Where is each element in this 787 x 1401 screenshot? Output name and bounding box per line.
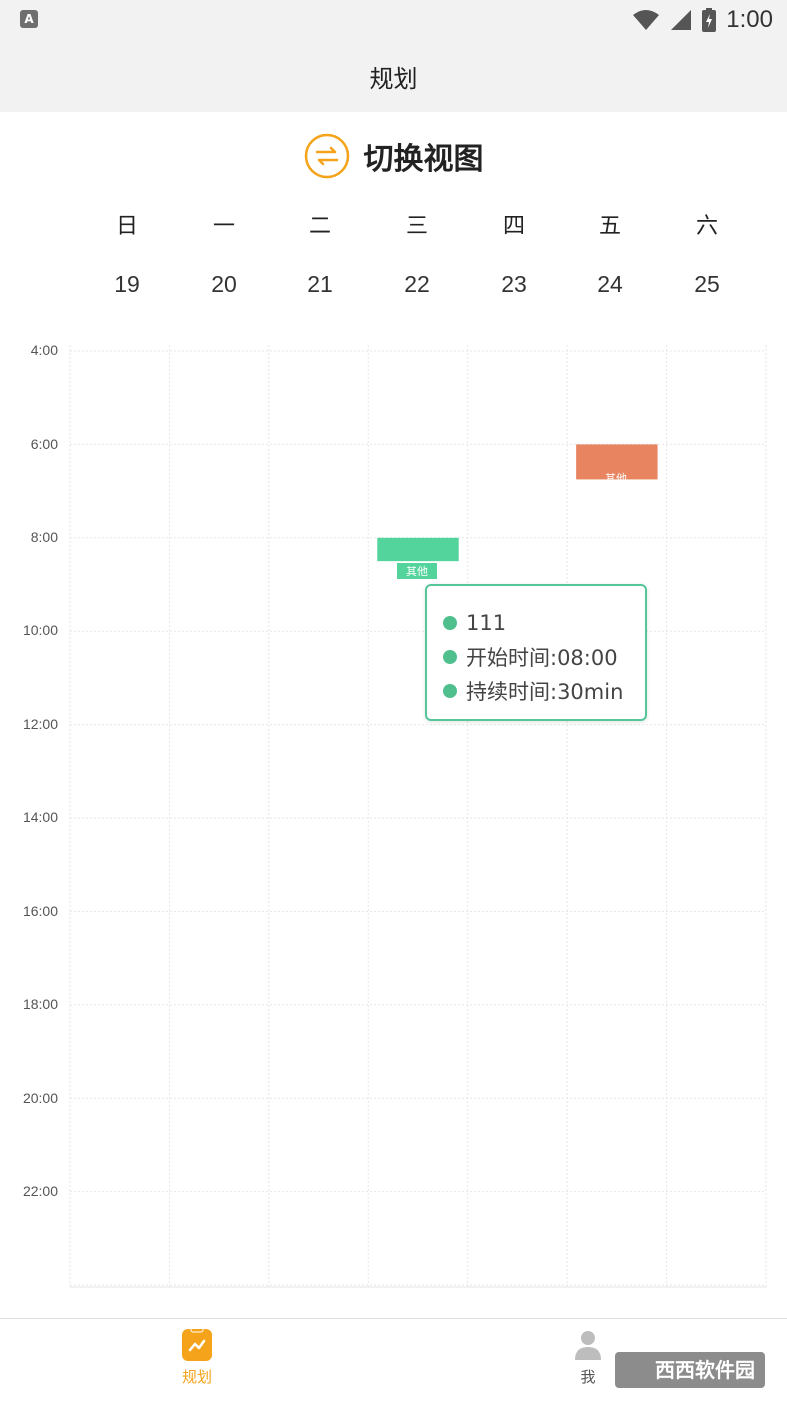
event-block[interactable] xyxy=(377,537,459,562)
hour-label: 6:00 xyxy=(30,436,58,452)
hour-label: 18:00 xyxy=(22,996,58,1012)
hour-label: 22:00 xyxy=(22,1183,58,1199)
watermark-logo: 西西软件园 xyxy=(615,1352,765,1388)
hour-label: 10:00 xyxy=(22,622,58,638)
hour-label: 20:00 xyxy=(22,1090,58,1106)
event-label: 其他 xyxy=(605,472,627,485)
event-tooltip: 111 开始时间:08:00 持续时间:30min xyxy=(425,584,647,721)
person-icon xyxy=(575,1331,601,1360)
hour-label: 14:00 xyxy=(22,809,58,825)
tooltip-start-row: 开始时间:08:00 xyxy=(443,640,645,674)
chart-icon xyxy=(182,1329,212,1361)
tooltip-duration: 持续时间:30min xyxy=(466,680,624,704)
event-label: 其他 xyxy=(397,563,437,579)
bullet-dot-icon xyxy=(443,650,457,664)
hour-label: 4:00 xyxy=(30,342,58,358)
hour-label: 16:00 xyxy=(22,903,58,919)
tooltip-name-row: 111 xyxy=(443,606,645,640)
nav-tab-plan[interactable]: 规划 xyxy=(157,1329,237,1387)
tooltip-name: 111 xyxy=(466,611,507,635)
bullet-dot-icon xyxy=(443,684,457,698)
hour-label: 8:00 xyxy=(30,529,58,545)
hour-label: 12:00 xyxy=(22,716,58,732)
schedule-grid[interactable] xyxy=(0,0,787,1320)
tooltip-start: 开始时间:08:00 xyxy=(466,646,618,670)
nav-label-plan: 规划 xyxy=(181,1368,212,1386)
bullet-dot-icon xyxy=(443,616,457,630)
tooltip-duration-row: 持续时间:30min xyxy=(443,674,645,708)
